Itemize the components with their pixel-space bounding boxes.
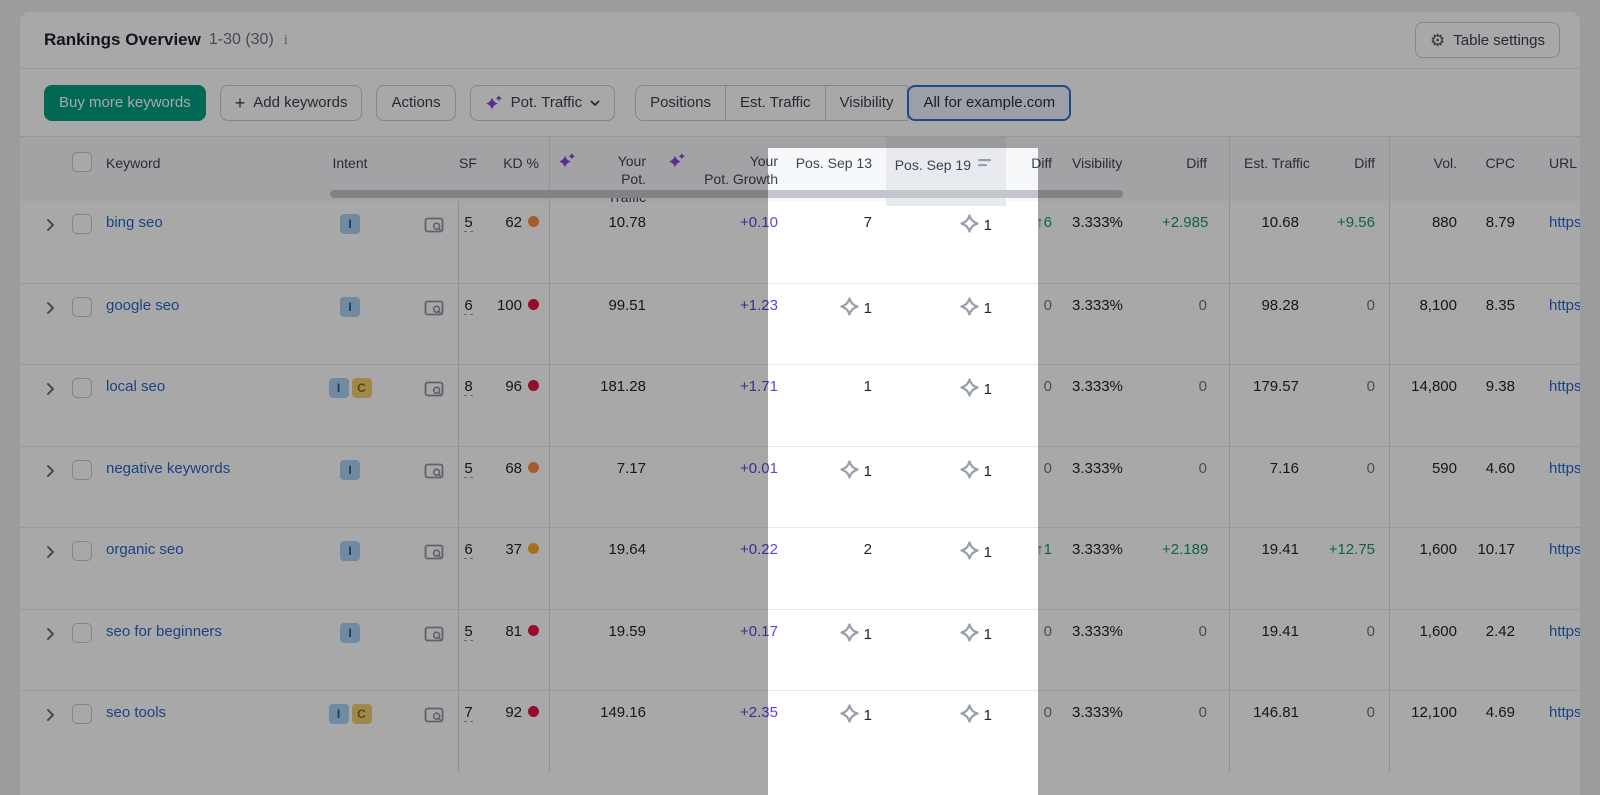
dim-overlay-top <box>0 0 1600 148</box>
pos-sep13-value: 1 <box>864 463 872 480</box>
pos-sep19-cell: 1 <box>886 365 1006 446</box>
serp-feature-star-icon <box>840 466 859 483</box>
serp-feature-star-icon <box>840 629 859 646</box>
pos-sep13-cell: 1 <box>792 610 886 691</box>
dim-overlay-left <box>0 148 768 795</box>
pos-sep13-cell: 1 <box>792 284 886 365</box>
pos-sep13-value: 7 <box>864 214 872 231</box>
pos-sep13-cell: 1 <box>792 365 886 446</box>
pos-sep13-cell: 2 <box>792 528 886 609</box>
pos-sep13-value: 1 <box>864 300 872 317</box>
pos-sep19-value: 1 <box>984 217 992 234</box>
pos-sep19-cell: 1 <box>886 447 1006 528</box>
serp-feature-star-icon <box>960 384 979 401</box>
pos-sep19-cell: 1 <box>886 284 1006 365</box>
dim-overlay-right <box>1038 148 1600 795</box>
serp-feature-star-icon <box>960 710 979 727</box>
pos-sep19-cell: 1 <box>886 691 1006 772</box>
serp-feature-star-icon <box>960 466 979 483</box>
serp-feature-star-icon <box>840 303 859 320</box>
pos-sep19-value: 1 <box>984 626 992 643</box>
pos-sep13-cell: 1 <box>792 691 886 772</box>
pos-sep13-value: 1 <box>864 626 872 643</box>
pos-sep19-cell: 1 <box>886 201 1006 283</box>
serp-feature-star-icon <box>960 220 979 237</box>
pos-sep13-cell: 7 <box>792 201 886 283</box>
serp-feature-star-icon <box>960 547 979 564</box>
serp-feature-star-icon <box>960 303 979 320</box>
pos-sep19-value: 1 <box>984 707 992 724</box>
pos-sep13-value: 2 <box>864 541 872 558</box>
serp-feature-star-icon <box>960 629 979 646</box>
pos-sep19-cell: 1 <box>886 610 1006 691</box>
pos-sep19-cell: 1 <box>886 528 1006 609</box>
pos-sep13-cell: 1 <box>792 447 886 528</box>
pos-sep19-value: 1 <box>984 463 992 480</box>
pos-sep19-value: 1 <box>984 544 992 561</box>
pos-sep13-value: 1 <box>864 707 872 724</box>
serp-feature-star-icon <box>840 710 859 727</box>
pos-sep19-value: 1 <box>984 300 992 317</box>
pos-sep19-value: 1 <box>984 381 992 398</box>
pos-sep13-value: 1 <box>864 378 872 395</box>
sort-descending-icon <box>978 155 992 171</box>
